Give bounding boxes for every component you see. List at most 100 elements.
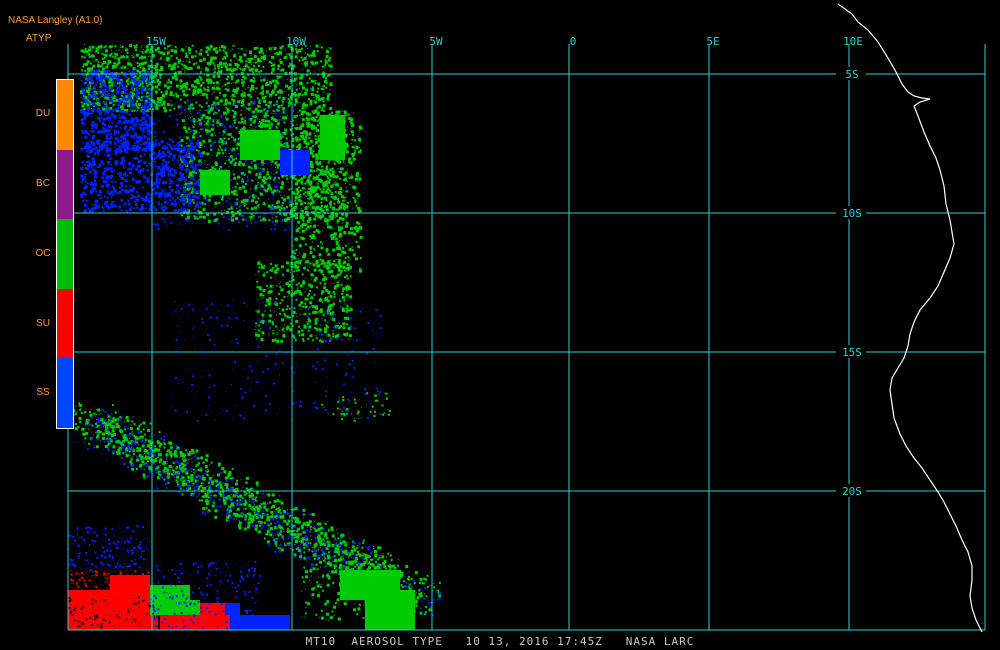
ss-pixel (195, 176, 197, 178)
oc-pixel (140, 55, 142, 57)
ss-pixel (97, 194, 100, 197)
oc-pixel (267, 82, 269, 84)
oc-pixel (249, 69, 251, 71)
ss-pixel (116, 103, 120, 107)
oc-pixel (213, 64, 216, 67)
oc-pixel (177, 78, 179, 80)
oc-pixel (224, 83, 227, 86)
ss-pixel (199, 124, 202, 126)
ss-pixel (251, 161, 254, 164)
oc-pixel (221, 143, 223, 145)
oc-pixel (113, 100, 116, 103)
ss-pixel (166, 152, 168, 154)
oc-pixel (299, 182, 301, 184)
ss-pixel (130, 117, 134, 121)
oc-pixel (311, 218, 313, 220)
ss-pixel (185, 176, 187, 178)
oc-pixel (329, 225, 333, 229)
ss-pixel (99, 129, 103, 133)
ss-pixel (216, 220, 218, 222)
ss-pixel (180, 207, 183, 210)
ss-pixel (119, 116, 122, 119)
oc-pixel (202, 139, 206, 143)
oc-pixel (205, 128, 209, 132)
ss-pixel (272, 176, 274, 178)
ss-pixel (219, 140, 222, 143)
ss-pixel (127, 200, 130, 202)
oc-pixel (183, 93, 187, 97)
ss-pixel (86, 112, 90, 115)
oc-pixel (313, 100, 315, 101)
ss-pixel (82, 96, 85, 99)
oc-pixel (136, 100, 138, 103)
oc-pixel (250, 96, 253, 99)
oc-pixel (233, 176, 237, 180)
oc-pixel (329, 70, 331, 72)
ss-pixel (86, 161, 88, 163)
ss-pixel (80, 79, 83, 82)
ss-pixel (144, 187, 146, 189)
ss-pixel (140, 140, 143, 143)
oc-pixel (231, 78, 233, 81)
ss-pixel (127, 144, 130, 147)
ss-pixel (124, 104, 125, 106)
ss-pixel (119, 186, 121, 189)
ss-pixel (123, 166, 126, 169)
oc-pixel (316, 94, 320, 98)
oc-pixel (250, 207, 254, 211)
oc-pixel (262, 96, 266, 100)
oc-pixel (275, 125, 277, 127)
ss-pixel (168, 178, 171, 181)
ss-pixel (237, 221, 240, 224)
oc-pixel (301, 59, 304, 62)
ss-pixel (160, 171, 164, 175)
ss-pixel (80, 127, 82, 129)
ss-pixel (110, 163, 113, 166)
ss-pixel (179, 136, 182, 139)
ss-pixel (181, 200, 183, 202)
oc-pixel (218, 202, 221, 204)
oc-pixel (208, 61, 212, 65)
ss-pixel (152, 151, 156, 155)
ss-pixel (218, 112, 220, 114)
ss-pixel (99, 207, 100, 209)
ss-pixel (185, 219, 188, 222)
oc-pixel (224, 209, 226, 211)
ss-pixel (158, 194, 161, 197)
ss-pixel (143, 135, 146, 138)
oc-pixel (287, 104, 290, 107)
oc-pixel (195, 149, 198, 152)
ss-pixel (131, 78, 134, 81)
oc-pixel (131, 109, 134, 112)
ss-pixel (109, 98, 112, 101)
oc-pixel (252, 110, 256, 114)
ss-pixel (204, 222, 206, 224)
ss-pixel (160, 139, 163, 142)
ss-pixel (146, 178, 150, 182)
oc-pixel (105, 45, 107, 46)
ss-pixel (235, 181, 237, 183)
oc-pixel (271, 79, 275, 83)
oc-pixel (342, 215, 344, 217)
oc-pixel (200, 215, 203, 218)
oc-pixel (265, 203, 267, 205)
ss-pixel (115, 96, 118, 99)
ss-pixel (124, 111, 127, 114)
ss-pixel (112, 79, 115, 82)
oc-pixel (303, 187, 306, 190)
ss-pixel (262, 170, 265, 173)
ss-pixel (118, 190, 122, 194)
ss-pixel (223, 115, 225, 117)
oc-pixel (250, 99, 252, 101)
ss-pixel (147, 167, 149, 169)
ss-pixel (153, 135, 156, 138)
ss-pixel (161, 182, 164, 185)
ss-pixel (148, 162, 151, 165)
ss-pixel (91, 169, 93, 171)
ss-pixel (88, 84, 90, 86)
ss-pixel (165, 114, 167, 116)
oc-pixel (233, 163, 237, 167)
ss-pixel (157, 202, 160, 205)
ss-pixel (101, 176, 105, 180)
oc-pixel (222, 49, 224, 51)
